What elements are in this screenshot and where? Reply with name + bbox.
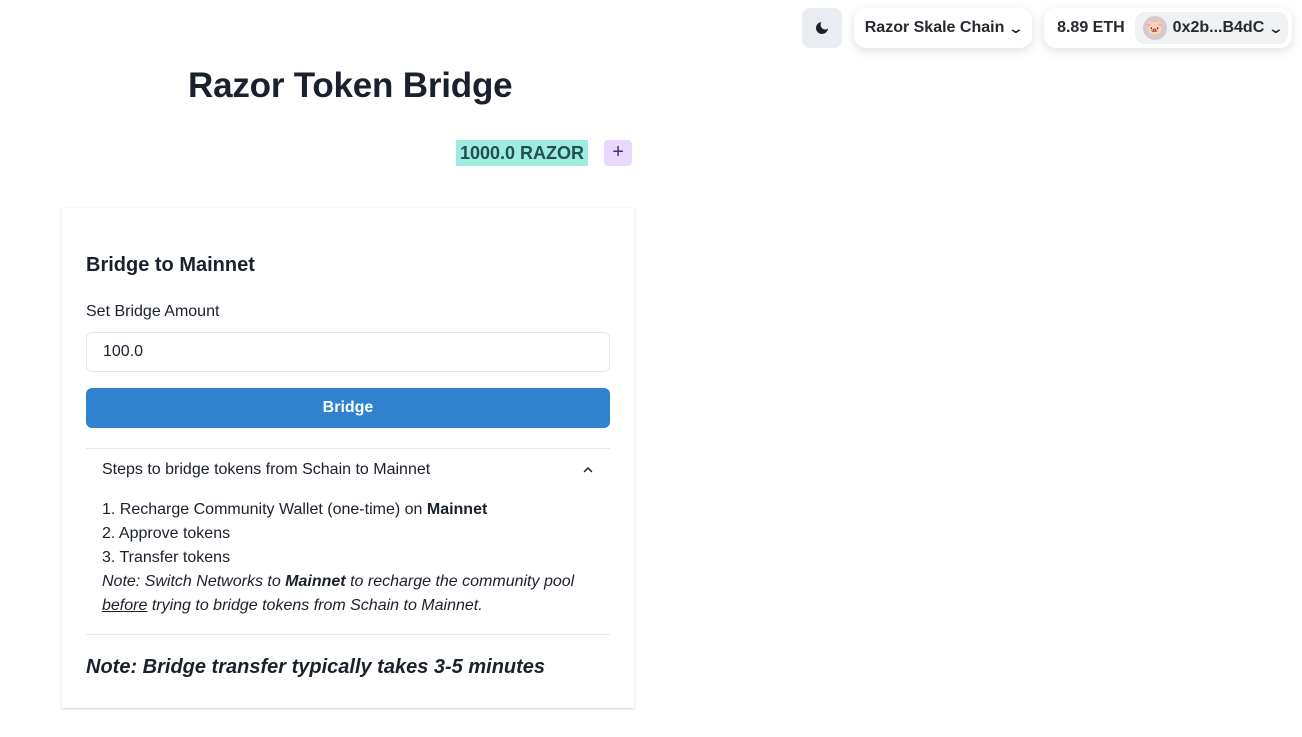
add-token-button[interactable]: + [604, 140, 633, 166]
token-balance-row: 1000.0 RAZOR + [456, 140, 633, 166]
page-title: Razor Token Bridge [188, 66, 513, 105]
switch-network-note: Note: Switch Networks to Mainnet to rech… [102, 570, 594, 618]
moon-icon [815, 22, 828, 34]
chevron-down-icon: ⌄ [1267, 19, 1285, 36]
bridge-card: Bridge to Mainnet Set Bridge Amount Brid… [62, 208, 634, 708]
accordion-toggle[interactable]: Steps to bridge tokens from Schain to Ma… [86, 449, 610, 490]
transfer-time-note: Note: Bridge transfer typically takes 3-… [86, 656, 546, 678]
step-3: 3. Transfer tokens [102, 549, 231, 566]
network-label: Razor Skale Chain [864, 19, 1005, 36]
avatar: 🐷 [1142, 16, 1167, 40]
theme-toggle-button[interactable] [801, 8, 842, 48]
top-bar: Razor Skale Chain ⌄ 8.89 ETH 🐷 0x2b...B4… [801, 8, 1292, 48]
accordion-panel: 1. Recharge Community Wallet (one-time) … [86, 490, 610, 634]
account-button[interactable]: 🐷 0x2b...B4dC ⌄ [1134, 12, 1288, 44]
note-network: Mainnet [285, 573, 346, 590]
account-address: 0x2b...B4dC [1172, 19, 1265, 36]
steps-accordion: Steps to bridge tokens from Schain to Ma… [86, 448, 610, 635]
token-balance-badge: 1000.0 RAZOR [456, 140, 589, 166]
chevron-down-icon: ⌄ [1007, 19, 1025, 36]
network-selector[interactable]: Razor Skale Chain ⌄ [853, 8, 1033, 48]
accordion-title: Steps to bridge tokens from Schain to Ma… [102, 460, 431, 478]
step-1-network: Mainnet [426, 501, 488, 518]
step-1: 1. Recharge Community Wallet (one-time) … [102, 498, 594, 522]
card-title: Bridge to Mainnet [86, 254, 255, 276]
note-suffix: trying to bridge tokens from Schain to M… [147, 597, 483, 614]
chevron-up-icon [583, 466, 593, 472]
eth-balance: 8.89 ETH [1057, 19, 1125, 36]
bridge-amount-input[interactable] [86, 332, 610, 372]
note-middle: to recharge the community pool [345, 573, 575, 590]
note-prefix: Note: Switch Networks to [102, 573, 286, 590]
amount-label: Set Bridge Amount [86, 303, 220, 320]
step-2: 2. Approve tokens [102, 525, 231, 542]
bridge-button[interactable]: Bridge [86, 388, 610, 428]
step-1-text: 1. Recharge Community Wallet (one-time) … [102, 501, 427, 518]
note-emphasis: before [102, 597, 148, 614]
account-widget[interactable]: 8.89 ETH 🐷 0x2b...B4dC ⌄ [1044, 8, 1292, 48]
